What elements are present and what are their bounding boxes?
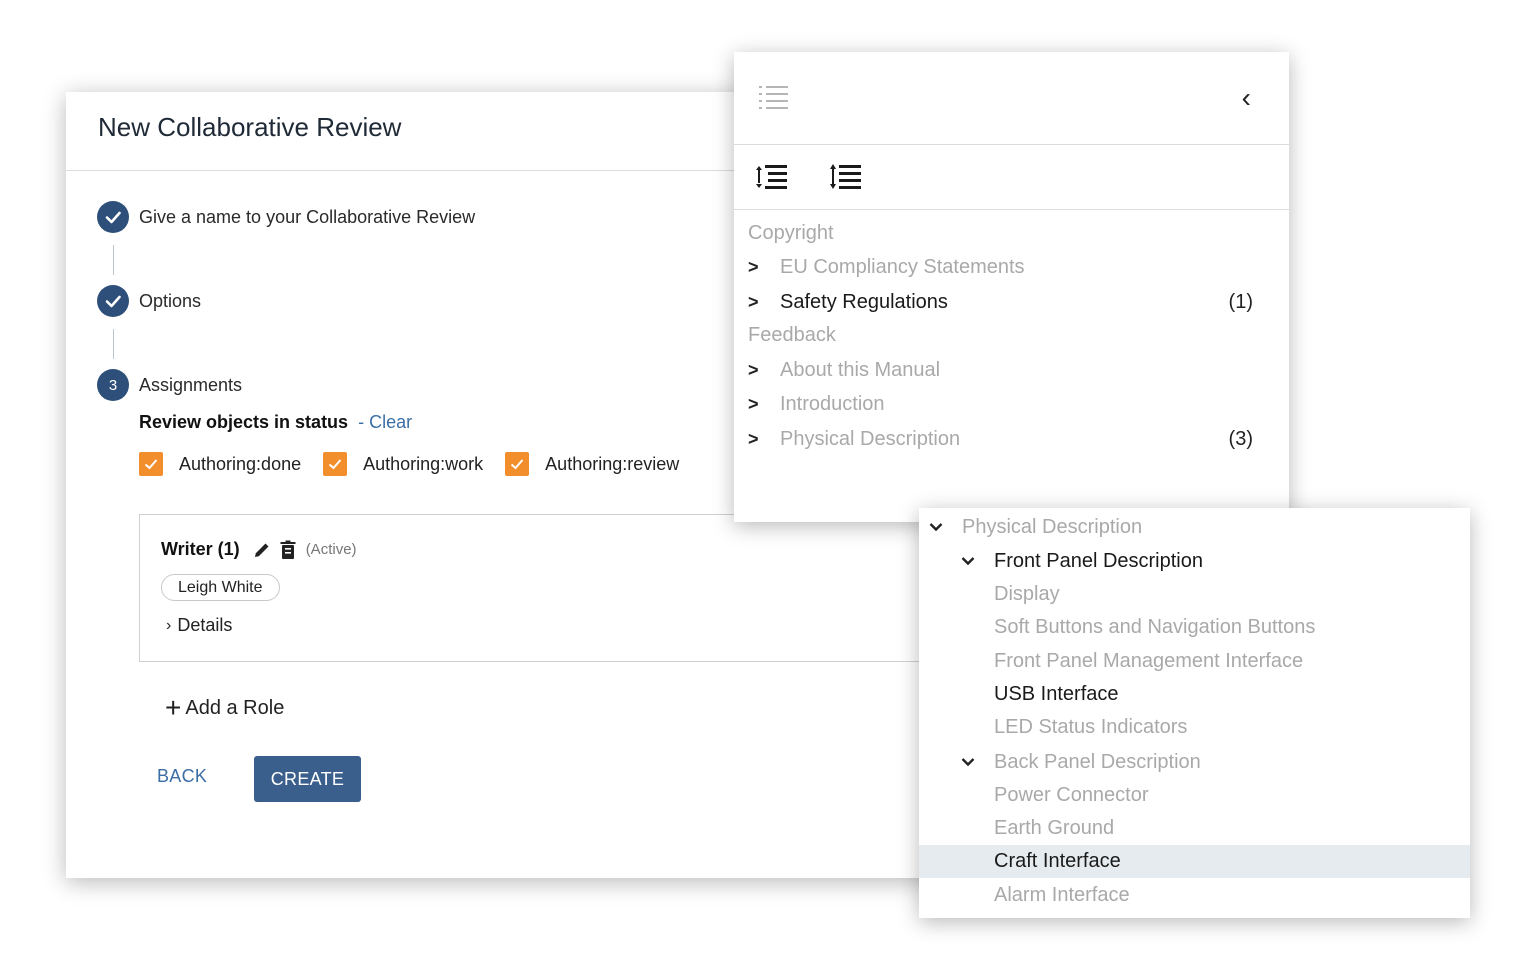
- checkbox-authoring-done[interactable]: Authoring:done: [139, 452, 301, 476]
- tree-item-label: Front Panel Description: [994, 550, 1203, 572]
- add-role-button[interactable]: + Add a Role: [165, 694, 284, 722]
- role-title: Writer (1): [161, 539, 240, 559]
- chevron-down-icon[interactable]: [929, 519, 943, 537]
- tree-item-label: Earth Ground: [994, 817, 1115, 839]
- checkbox-checked-icon[interactable]: [505, 452, 530, 476]
- step-label: Give a name to your Collaborative Review: [139, 206, 476, 227]
- decrease-indent-icon[interactable]: [756, 163, 788, 196]
- tree-item-label: Display: [994, 583, 1060, 605]
- tree-item-label: Soft Buttons and Navigation Buttons: [994, 616, 1316, 638]
- chevron-down-icon[interactable]: [961, 553, 975, 571]
- tree-item[interactable]: Display: [919, 578, 1470, 611]
- clear-link[interactable]: - Clear: [358, 412, 412, 433]
- toc-header: ‹: [734, 52, 1289, 145]
- toc-item-label: About this Manual: [780, 358, 941, 381]
- toc-item[interactable]: Feedback: [734, 320, 1289, 350]
- tree-item-label: Physical Description: [962, 516, 1143, 538]
- tree-item[interactable]: Alarm Interface: [919, 879, 1470, 912]
- toc-item-label: Copyright: [748, 221, 834, 244]
- toc-toolbar: [734, 145, 1289, 210]
- checkbox-authoring-review[interactable]: Authoring:review: [505, 452, 679, 476]
- tree-item[interactable]: Front Panel Description: [919, 545, 1470, 578]
- step-name[interactable]: Give a name to your Collaborative Review: [97, 201, 475, 233]
- tree-item[interactable]: Physical Description: [919, 511, 1470, 544]
- toc-item-label: Safety Regulations: [780, 290, 948, 313]
- tree-item-label: Back Panel Description: [994, 751, 1201, 773]
- checkbox-authoring-work[interactable]: Authoring:work: [323, 452, 483, 476]
- tree-item[interactable]: Power Connector: [919, 779, 1470, 812]
- tree-item[interactable]: Front Panel Management Interface: [919, 645, 1470, 678]
- collapse-left-icon[interactable]: ‹: [1242, 82, 1251, 114]
- toc-panel: ‹ Copyright > EU Compliancy Statements >…: [734, 52, 1289, 522]
- comment-count: (1): [1228, 290, 1253, 313]
- checkbox-checked-icon[interactable]: [323, 452, 348, 476]
- chevron-right-icon[interactable]: >: [748, 429, 759, 450]
- checkbox-checked-icon[interactable]: [139, 452, 163, 476]
- list-icon: [759, 84, 789, 115]
- tree-item-label: Alarm Interface: [994, 884, 1130, 906]
- status-checkboxes: Authoring:done Authoring:work Authoring:…: [139, 452, 701, 476]
- role-card: Writer (1) (Active) Leigh White › Detail…: [139, 514, 939, 662]
- step-connector: [113, 245, 114, 275]
- back-button[interactable]: BACK: [157, 766, 207, 787]
- status-filter: Review objects in status - Clear: [139, 412, 412, 433]
- toc-item[interactable]: > EU Compliancy Statements: [734, 252, 1289, 282]
- tree-item-label: Power Connector: [994, 784, 1149, 806]
- create-button[interactable]: CREATE: [254, 756, 361, 802]
- checkbox-label: Authoring:done: [179, 453, 302, 474]
- step-label: Assignments: [139, 374, 243, 395]
- comment-count: (3): [1228, 427, 1253, 450]
- tree-item-label: Craft Interface: [994, 850, 1121, 872]
- step-connector: [113, 329, 114, 359]
- toc-item-label: Feedback: [748, 323, 836, 346]
- role-status: (Active): [305, 541, 357, 558]
- step-number: 3: [97, 369, 129, 401]
- plus-icon: +: [165, 692, 182, 723]
- chevron-right-icon[interactable]: >: [748, 292, 759, 313]
- step-label: Options: [139, 290, 202, 311]
- tree-item[interactable]: Earth Ground: [919, 812, 1470, 845]
- chevron-down-icon[interactable]: [961, 754, 975, 772]
- step-assignments[interactable]: 3 Assignments: [97, 369, 242, 401]
- tree-item[interactable]: Soft Buttons and Navigation Buttons: [919, 611, 1470, 644]
- details-label: Details: [177, 615, 233, 635]
- toc-item[interactable]: > Safety Regulations (1): [734, 287, 1289, 317]
- tree-item[interactable]: LED Status Indicators: [919, 711, 1470, 744]
- toc-item-label: Physical Description: [780, 427, 961, 450]
- toc-item[interactable]: > About this Manual: [734, 355, 1289, 385]
- toc-item-label: EU Compliancy Statements: [780, 255, 1025, 278]
- delete-icon[interactable]: [280, 540, 296, 560]
- chevron-right-icon[interactable]: >: [748, 360, 759, 381]
- tree-item-label: USB Interface: [994, 683, 1119, 705]
- checkbox-label: Authoring:work: [363, 453, 484, 474]
- tree-item-label: LED Status Indicators: [994, 716, 1188, 738]
- toc-item[interactable]: > Introduction: [734, 389, 1289, 419]
- chevron-right-icon[interactable]: >: [748, 257, 759, 278]
- add-role-label: Add a Role: [185, 696, 285, 719]
- chevron-right-icon: ›: [166, 616, 172, 634]
- tree-item-label: Front Panel Management Interface: [994, 650, 1304, 672]
- edit-icon[interactable]: [252, 540, 272, 560]
- details-toggle[interactable]: › Details: [166, 615, 232, 636]
- step-options[interactable]: Options: [97, 285, 201, 317]
- toc-item-label: Introduction: [780, 392, 885, 415]
- checkbox-label: Authoring:review: [545, 453, 680, 474]
- tree-item[interactable]: USB Interface: [919, 678, 1470, 711]
- increase-indent-icon[interactable]: [830, 163, 862, 196]
- role-header: Writer (1) (Active): [161, 539, 357, 560]
- status-filter-label: Review objects in status: [139, 412, 349, 432]
- tree-item-selected[interactable]: Craft Interface: [919, 845, 1470, 878]
- assignee-chip[interactable]: Leigh White: [161, 574, 280, 601]
- chevron-right-icon[interactable]: >: [748, 394, 759, 415]
- step-done-check-icon: [97, 285, 129, 317]
- step-done-check-icon: [97, 201, 129, 233]
- tree-item[interactable]: Back Panel Description: [919, 746, 1470, 779]
- toc-item[interactable]: > Physical Description (3): [734, 424, 1289, 454]
- toc-item[interactable]: Copyright: [734, 218, 1289, 248]
- toc-subtree-panel: Physical Description Front Panel Descrip…: [919, 508, 1470, 918]
